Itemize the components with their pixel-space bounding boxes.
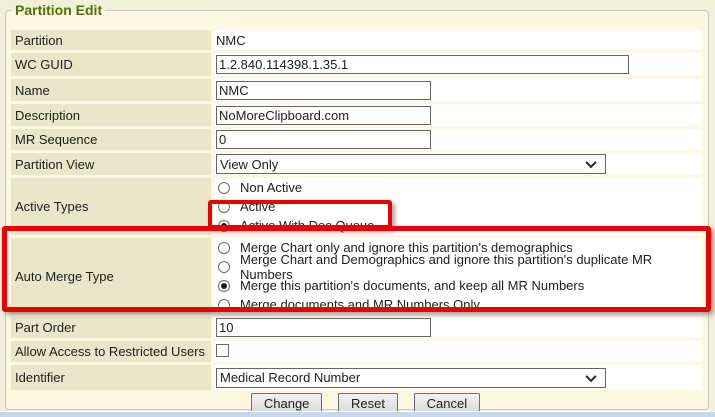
row-name: Name (11, 79, 702, 101)
partition-value: NMC (214, 30, 702, 50)
identifier-selected-value: Medical Record Number (220, 370, 360, 385)
row-allow-access: Allow Access to Restricted Users (11, 341, 702, 362)
partition-view-select[interactable]: View Only (216, 154, 606, 174)
radio-label: Merge documents and MR Numbers Only (240, 297, 480, 312)
part-order-input[interactable] (216, 318, 431, 337)
radio-label: Merge this partition's documents, and ke… (240, 278, 584, 293)
active-types-label: Active Types (11, 178, 211, 235)
radio-icon (218, 261, 230, 273)
mr-sequence-input[interactable] (216, 130, 431, 149)
chevron-down-icon (585, 370, 596, 381)
radio-label: Active (240, 199, 275, 214)
identifier-label: Identifier (11, 365, 211, 390)
identifier-select[interactable]: Medical Record Number (216, 368, 606, 388)
row-identifier: Identifier Medical Record Number (11, 365, 702, 390)
description-input[interactable] (216, 106, 431, 125)
radio-active-with-doc-queue[interactable]: Active With Doc Queue (216, 216, 700, 235)
radio-label: Non Active (240, 180, 302, 195)
radio-merge-documents-and-mr-numbers[interactable]: Merge documents and MR Numbers Only (216, 295, 700, 314)
radio-icon (218, 299, 230, 311)
wc-guid-label: WC GUID (11, 53, 211, 76)
partition-view-label: Partition View (11, 153, 211, 175)
radio-merge-chart-and-demographics[interactable]: Merge Chart and Demographics and ignore … (216, 257, 700, 276)
row-mr-sequence: MR Sequence (11, 129, 702, 150)
row-partition: Partition NMC (11, 30, 702, 50)
radio-non-active[interactable]: Non Active (216, 178, 700, 197)
radio-label: Merge Chart and Demographics and ignore … (240, 252, 700, 282)
radio-icon (218, 182, 230, 194)
radio-label: Active With Doc Queue (240, 218, 374, 233)
partition-view-selected-value: View Only (220, 157, 278, 172)
partition-edit-panel: Partition Edit Partition NMC WC GUID Nam… (5, 2, 709, 410)
row-partition-view: Partition View View Only (11, 153, 702, 175)
radio-icon (218, 242, 230, 254)
chevron-down-icon (585, 157, 596, 168)
row-part-order: Part Order (11, 317, 702, 338)
mr-sequence-label: MR Sequence (11, 129, 211, 150)
partition-label: Partition (11, 30, 211, 50)
description-label: Description (11, 104, 211, 126)
partition-edit-form: Partition NMC WC GUID Name Description M… (8, 27, 705, 417)
radio-selected-icon (218, 220, 230, 232)
page-title: Partition Edit (12, 2, 105, 19)
page: Partition Edit Partition NMC WC GUID Nam… (0, 0, 715, 417)
wc-guid-input[interactable] (216, 55, 629, 74)
row-description: Description (11, 104, 702, 126)
row-wc-guid: WC GUID (11, 53, 702, 76)
allow-access-label: Allow Access to Restricted Users (11, 341, 211, 362)
part-order-label: Part Order (11, 317, 211, 338)
auto-merge-type-label: Auto Merge Type (11, 238, 211, 314)
row-active-types: Active Types Non Active Active Active Wi… (11, 178, 702, 235)
row-auto-merge-type: Auto Merge Type Merge Chart only and ign… (11, 238, 702, 314)
radio-icon (218, 201, 230, 213)
bottom-blue-strip (0, 412, 715, 417)
radio-active[interactable]: Active (216, 197, 700, 216)
name-label: Name (11, 79, 211, 101)
name-input[interactable] (216, 81, 431, 100)
radio-selected-icon (218, 280, 230, 292)
allow-access-checkbox[interactable] (216, 344, 229, 357)
